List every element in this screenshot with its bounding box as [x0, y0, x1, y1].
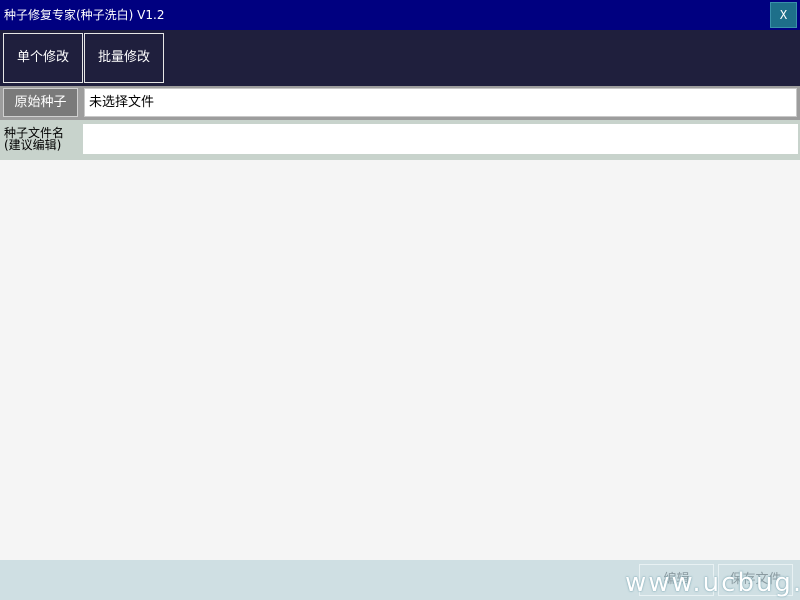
save-file-button[interactable]: 保存文件 — [718, 564, 793, 596]
original-torrent-row: 原始种子 未选择文件 — [0, 86, 800, 120]
filename-label: 种子文件名(建议编辑) — [4, 126, 65, 152]
original-torrent-button[interactable]: 原始种子 — [3, 88, 78, 117]
batch-edit-button[interactable]: 批量修改 — [84, 33, 164, 83]
single-edit-button[interactable]: 单个修改 — [3, 33, 83, 83]
filename-row: 种子文件名(建议编辑) — [0, 120, 800, 160]
title-bar: 种子修复专家(种子洗白) V1.2 X — [0, 0, 800, 30]
window-title: 种子修复专家(种子洗白) V1.2 — [4, 8, 165, 22]
mode-toolbar: 单个修改 批量修改 — [0, 30, 800, 86]
content-area — [0, 160, 800, 560]
app-window: 种子修复专家(种子洗白) V1.2 X 单个修改 批量修改 原始种子 未选择文件… — [0, 0, 800, 600]
edit-button[interactable]: 编辑 — [639, 564, 714, 596]
filename-input[interactable] — [83, 124, 798, 154]
bottom-bar: 编辑 保存文件 — [0, 560, 800, 600]
close-button[interactable]: X — [770, 2, 797, 28]
selected-file-display: 未选择文件 — [84, 88, 797, 117]
